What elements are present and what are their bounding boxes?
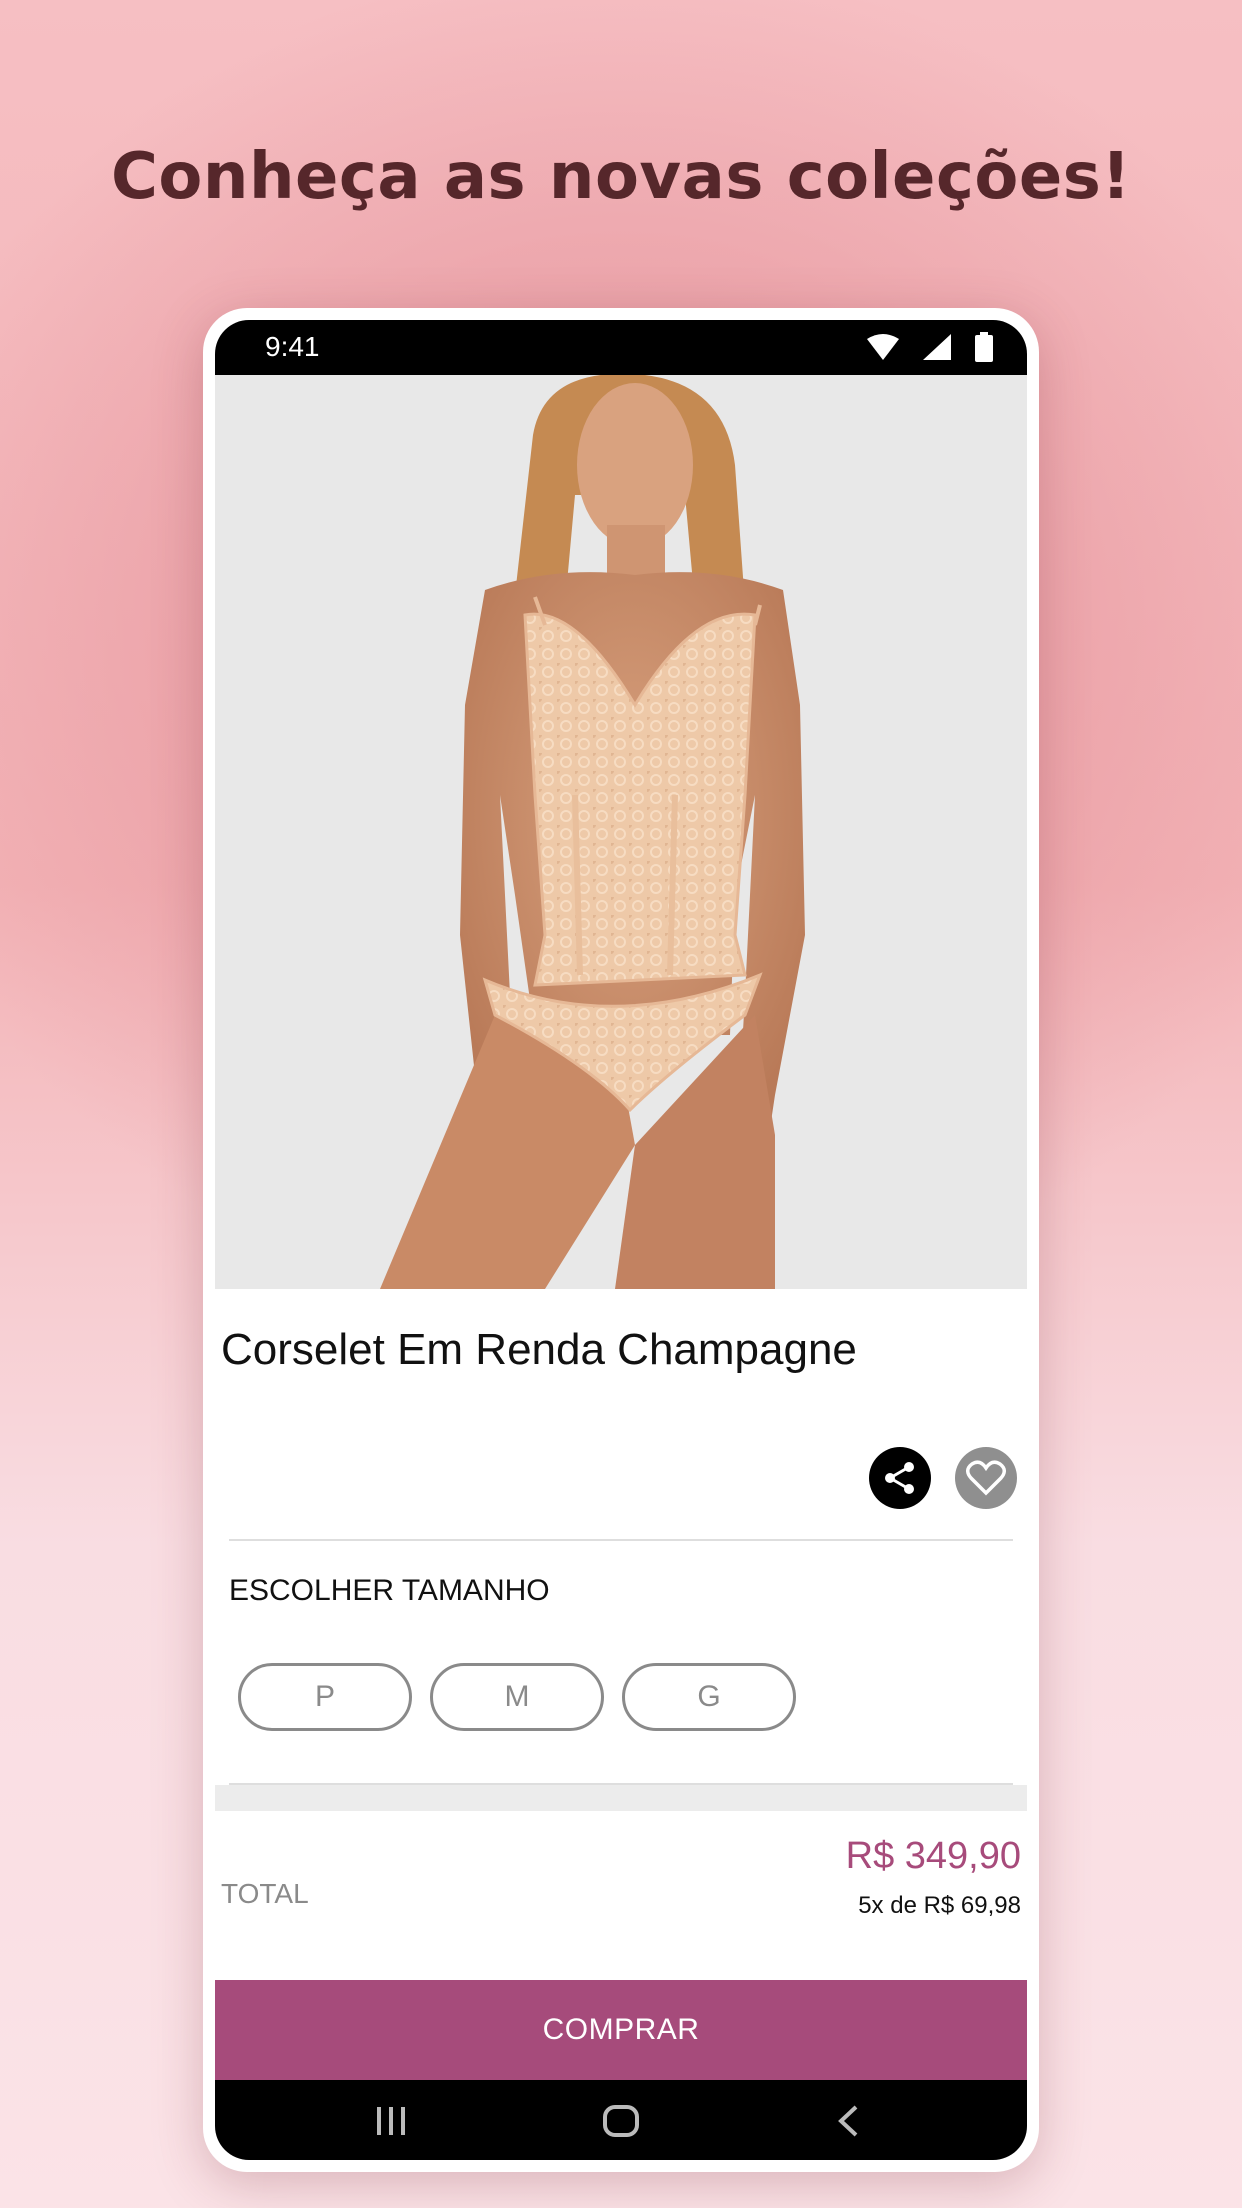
status-bar: 9:41 — [215, 320, 1027, 375]
heart-icon — [966, 1460, 1006, 1496]
product-title: Corselet Em Renda Champagne — [221, 1325, 857, 1374]
wifi-icon — [867, 334, 899, 365]
share-button[interactable] — [869, 1447, 931, 1509]
share-icon — [885, 1462, 914, 1494]
size-options: P M G — [238, 1663, 796, 1731]
promo-headline: Conheça as novas coleções! — [110, 140, 1132, 214]
signal-icon — [923, 334, 951, 365]
status-icons — [867, 332, 993, 367]
recent-apps-icon[interactable] — [371, 2104, 411, 2138]
model-photo — [215, 375, 1027, 1289]
size-option-m[interactable]: M — [430, 1663, 604, 1731]
phone-screen: 9:41 Corselet Em Renda Champagne ESCOLHE… — [215, 320, 1027, 2160]
size-label: ESCOLHER TAMANHO — [229, 1574, 550, 1607]
size-option-p[interactable]: P — [238, 1663, 412, 1731]
phone-frame: 9:41 Corselet Em Renda Champagne ESCOLHE… — [203, 308, 1039, 2172]
product-image[interactable] — [215, 375, 1027, 1289]
navigation-bar — [215, 2080, 1027, 2160]
size-option-g[interactable]: G — [622, 1663, 796, 1731]
installments-text: 5x de R$ 69,98 — [858, 1892, 1021, 1919]
divider — [229, 1539, 1013, 1541]
battery-icon — [975, 332, 993, 367]
buy-button[interactable]: COMPRAR — [215, 1980, 1027, 2080]
status-time: 9:41 — [265, 331, 320, 362]
total-price: R$ 349,90 — [845, 1835, 1021, 1877]
home-icon[interactable] — [600, 2104, 642, 2138]
favorite-button[interactable] — [955, 1447, 1017, 1509]
total-label: TOTAL — [221, 1878, 309, 1909]
back-icon[interactable] — [833, 2104, 863, 2138]
section-separator — [215, 1785, 1027, 1811]
